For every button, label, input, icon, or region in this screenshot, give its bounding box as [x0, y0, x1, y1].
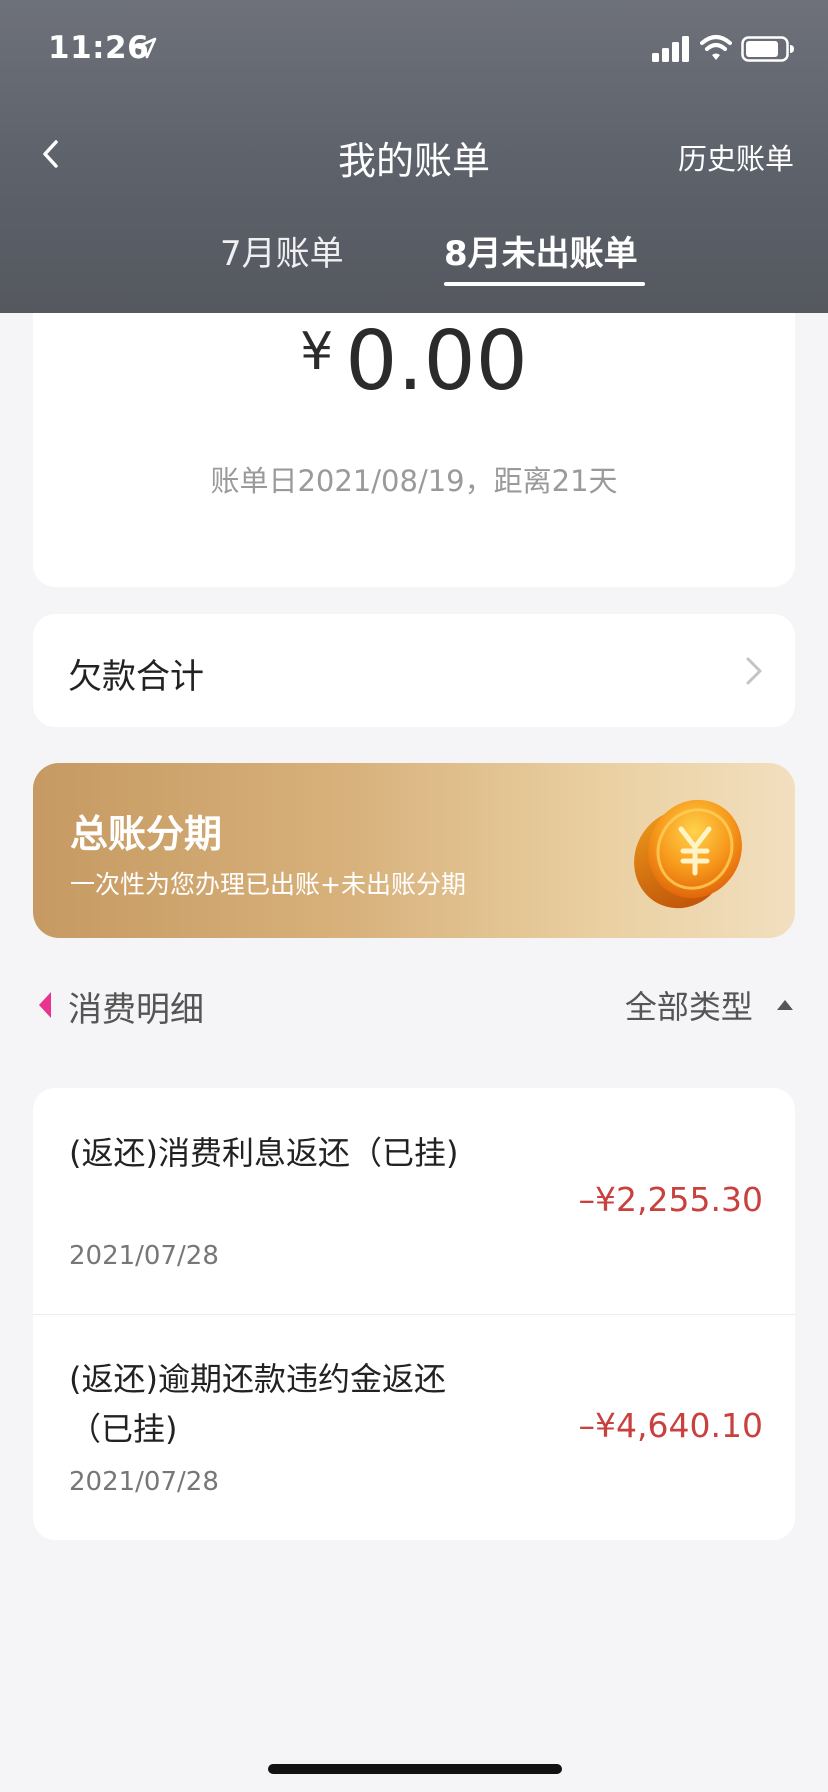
transaction-row[interactable]: (返还)逾期还款违约金返还（已挂) 2021/07/28 –¥4,640.10 — [33, 1314, 795, 1540]
amount-value: 0.00 — [345, 314, 528, 409]
yuan-coin-icon — [634, 799, 742, 909]
transaction-row[interactable]: (返还)消费利息返还（已挂) 2021/07/28 –¥2,255.30 — [33, 1088, 795, 1314]
debt-total-row[interactable]: 欠款合计 — [33, 614, 795, 727]
chevron-right-icon — [746, 657, 762, 685]
transaction-list: (返还)消费利息返还（已挂) 2021/07/28 –¥2,255.30 (返还… — [33, 1088, 795, 1540]
header: 11:26 我的账单 历史账单 7月账单 8月未出账单 — [0, 0, 828, 313]
signal-icon — [652, 36, 689, 62]
pink-marker-icon — [39, 992, 51, 1018]
transaction-amount: –¥2,255.30 — [578, 1180, 763, 1219]
bill-screen: 11:26 我的账单 历史账单 7月账单 8月未出账单 ¥ 0.00 账单日20… — [0, 0, 828, 1792]
details-title: 消费明细 — [68, 990, 204, 1030]
bill-date-text: 账单日2021/08/19，距离21天 — [210, 464, 618, 498]
tab-active-indicator — [444, 282, 645, 286]
transaction-date: 2021/07/28 — [69, 1467, 219, 1497]
wifi-icon — [700, 35, 732, 60]
banner-title: 总账分期 — [70, 812, 223, 856]
tab-july-bill[interactable]: 7月账单 — [220, 226, 344, 275]
location-arrow-icon — [135, 37, 157, 59]
transaction-title: (返还)逾期还款违约金返还（已挂) — [69, 1360, 446, 1448]
installment-banner[interactable]: 总账分期 一次性为您办理已出账+未出账分期 — [33, 763, 795, 938]
battery-icon — [741, 36, 794, 62]
nav-bar: 我的账单 历史账单 — [0, 110, 828, 200]
status-bar: 11:26 — [0, 0, 828, 100]
history-bills-link[interactable]: 历史账单 — [678, 136, 794, 178]
bill-tabs: 7月账单 8月未出账单 — [0, 226, 828, 296]
transaction-amount: –¥4,640.10 — [578, 1406, 763, 1445]
details-header: 消费明细 全部类型 — [0, 980, 828, 1040]
home-indicator — [268, 1764, 562, 1774]
filter-label: 全部类型 — [624, 988, 753, 1026]
transaction-date: 2021/07/28 — [69, 1241, 219, 1271]
banner-subtitle: 一次性为您办理已出账+未出账分期 — [70, 870, 466, 899]
tab-august-unbilled[interactable]: 8月未出账单 — [444, 226, 638, 275]
currency-symbol: ¥ — [300, 322, 334, 382]
triangle-up-icon — [777, 1000, 793, 1010]
type-filter[interactable]: 全部类型 — [625, 982, 794, 1032]
bill-amount: ¥0.00 — [33, 314, 795, 409]
debt-total-label: 欠款合计 — [68, 657, 204, 697]
transaction-title: (返还)消费利息返还（已挂) — [69, 1134, 459, 1172]
